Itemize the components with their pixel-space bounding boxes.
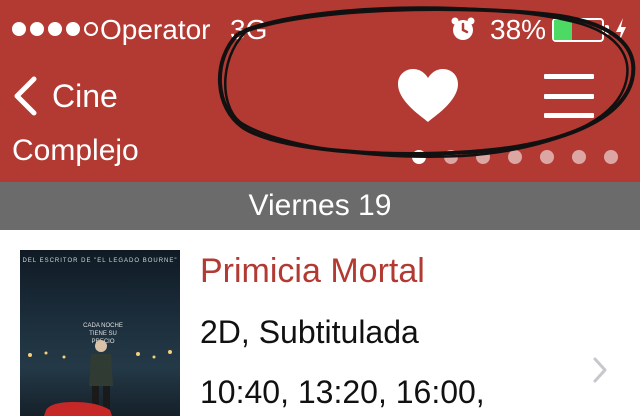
alarm-clock-icon <box>451 17 475 40</box>
signal-dot <box>84 22 98 36</box>
menu-line <box>544 113 594 118</box>
movie-title: Primicia Mortal <box>200 252 425 290</box>
battery-level <box>554 20 573 40</box>
signal-dot <box>30 22 44 36</box>
back-button[interactable]: Cine <box>12 74 118 118</box>
movie-list-item[interactable]: DEL ESCRITOR DE "EL LEGADO BOURNE" CADA … <box>0 230 640 416</box>
poster-tagline-top: DEL ESCRITOR DE "EL LEGADO BOURNE" <box>22 258 178 264</box>
page-dot[interactable] <box>476 150 490 164</box>
signal-dot <box>48 22 62 36</box>
menu-line <box>544 74 594 79</box>
app-header: Operator 3G 38% Cine Complejo <box>0 0 640 182</box>
poster-car <box>44 402 112 416</box>
page-dot[interactable] <box>412 150 426 164</box>
page-dot[interactable] <box>572 150 586 164</box>
movie-showtimes: 10:40, 13:20, 16:00, <box>200 374 485 410</box>
movie-poster: DEL ESCRITOR DE "EL LEGADO BOURNE" CADA … <box>20 250 180 416</box>
chevron-left-icon <box>14 76 37 116</box>
page-dot[interactable] <box>508 150 522 164</box>
status-bar: Operator 3G 38% <box>0 0 640 58</box>
page-dot[interactable] <box>604 150 618 164</box>
hamburger-menu-icon[interactable] <box>544 74 594 118</box>
battery-icon <box>552 18 604 42</box>
signal-dot <box>66 22 80 36</box>
signal-dot <box>12 22 26 36</box>
menu-line <box>544 93 594 99</box>
heart-icon[interactable] <box>396 68 460 124</box>
navigation-bar: Cine Complejo <box>0 58 640 182</box>
network-type: 3G <box>230 14 268 45</box>
movie-format: 2D, Subtitulada <box>200 314 419 350</box>
charging-bolt-icon <box>616 18 626 42</box>
back-button-label: Cine <box>52 77 118 114</box>
chevron-right-icon <box>593 357 607 383</box>
battery-cap <box>605 25 609 35</box>
battery-percentage: 38% <box>490 14 547 45</box>
date-header: Viernes 19 <box>0 182 640 230</box>
carrier-name: Operator <box>100 14 211 45</box>
venue-title: Complejo <box>12 134 139 167</box>
page-dot[interactable] <box>540 150 554 164</box>
signal-strength-icon <box>12 22 98 36</box>
page-dot[interactable] <box>444 150 458 164</box>
page-indicator[interactable] <box>412 150 618 164</box>
